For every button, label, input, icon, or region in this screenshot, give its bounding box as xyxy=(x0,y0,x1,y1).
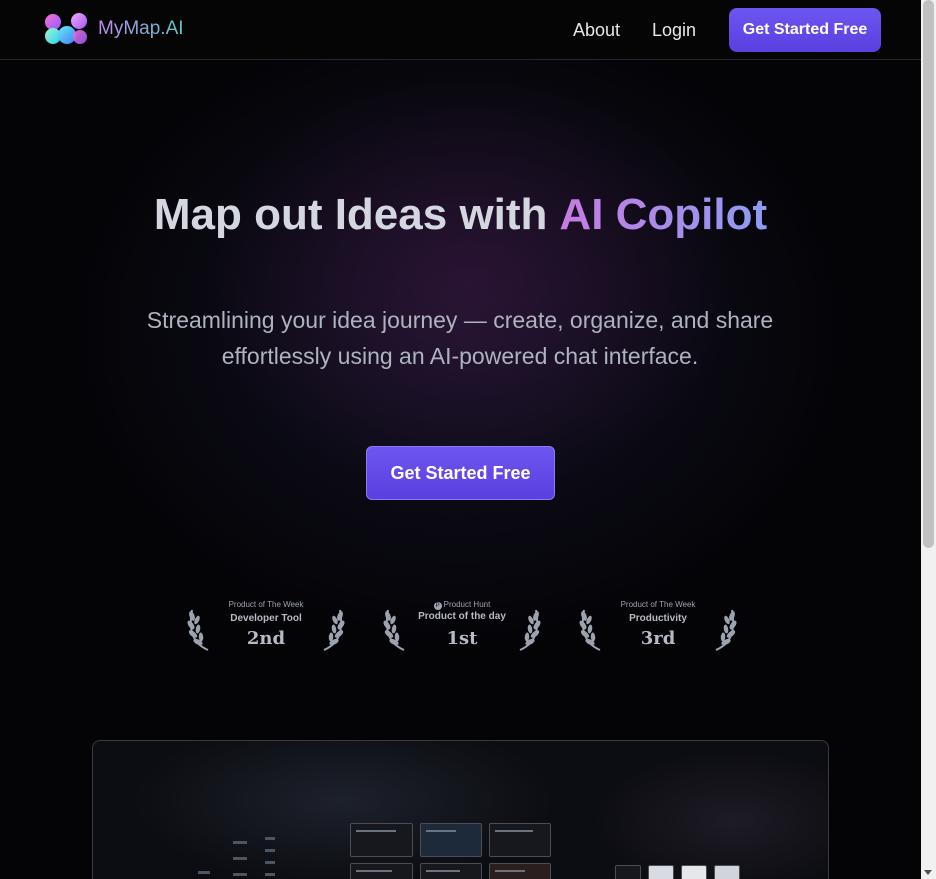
mindmap-node xyxy=(198,871,210,874)
laurel-right-icon xyxy=(519,609,541,651)
brand-name[interactable]: MyMap.AI xyxy=(98,18,184,40)
mindmap-node xyxy=(265,873,275,876)
landing-page: MyMap.AI About Login Get Started Free Ma… xyxy=(0,0,921,879)
header-get-started-button[interactable]: Get Started Free xyxy=(729,8,881,52)
mindmap-node xyxy=(265,837,275,840)
preview-card xyxy=(420,863,482,879)
preview-card xyxy=(714,865,740,879)
preview-card xyxy=(489,863,551,879)
mindmap-node xyxy=(233,873,247,876)
nav-login-link[interactable]: Login xyxy=(652,20,696,41)
nav-about-link[interactable]: About xyxy=(573,20,620,41)
preview-card xyxy=(648,865,674,879)
preview-card xyxy=(489,823,551,857)
mindmap-node xyxy=(233,857,247,860)
laurel-right-icon xyxy=(715,609,737,651)
hero-title: Map out Ideas with AI Copilot xyxy=(0,190,921,240)
preview-card xyxy=(420,823,482,857)
badge-label-text: Product Hunt xyxy=(443,600,491,609)
top-navbar: MyMap.AI About Login Get Started Free xyxy=(0,0,921,60)
award-badge-productivity[interactable]: Product of The Week Productivity 3rd xyxy=(578,596,738,656)
mindmap-node xyxy=(265,849,275,852)
mindmap-node xyxy=(233,841,247,844)
mindmap-node xyxy=(265,861,275,864)
award-badge-developer-tool[interactable]: Product of The Week Developer Tool 2nd xyxy=(186,596,346,656)
preview-card xyxy=(350,863,413,879)
hero-get-started-button[interactable]: Get Started Free xyxy=(366,446,555,500)
scroll-down-arrow-icon[interactable] xyxy=(924,870,932,875)
preview-card xyxy=(615,865,641,879)
mymap-logo-icon[interactable] xyxy=(44,12,90,46)
hero-title-main: Map out Ideas with xyxy=(153,190,548,239)
hero-title-accent: AI Copilot xyxy=(559,190,768,239)
laurel-right-icon xyxy=(323,609,345,651)
preview-card xyxy=(681,865,707,879)
award-badge-product-of-the-day[interactable]: P Product Hunt Product of the day 1st xyxy=(382,596,542,656)
product-preview-image xyxy=(92,740,829,879)
hero-subtitle: Streamlining your idea journey — create,… xyxy=(146,307,774,369)
product-hunt-icon: P xyxy=(433,602,442,610)
preview-card xyxy=(350,823,413,857)
scrollbar-thumb[interactable] xyxy=(923,0,934,548)
page-scrollbar[interactable] xyxy=(921,0,936,879)
